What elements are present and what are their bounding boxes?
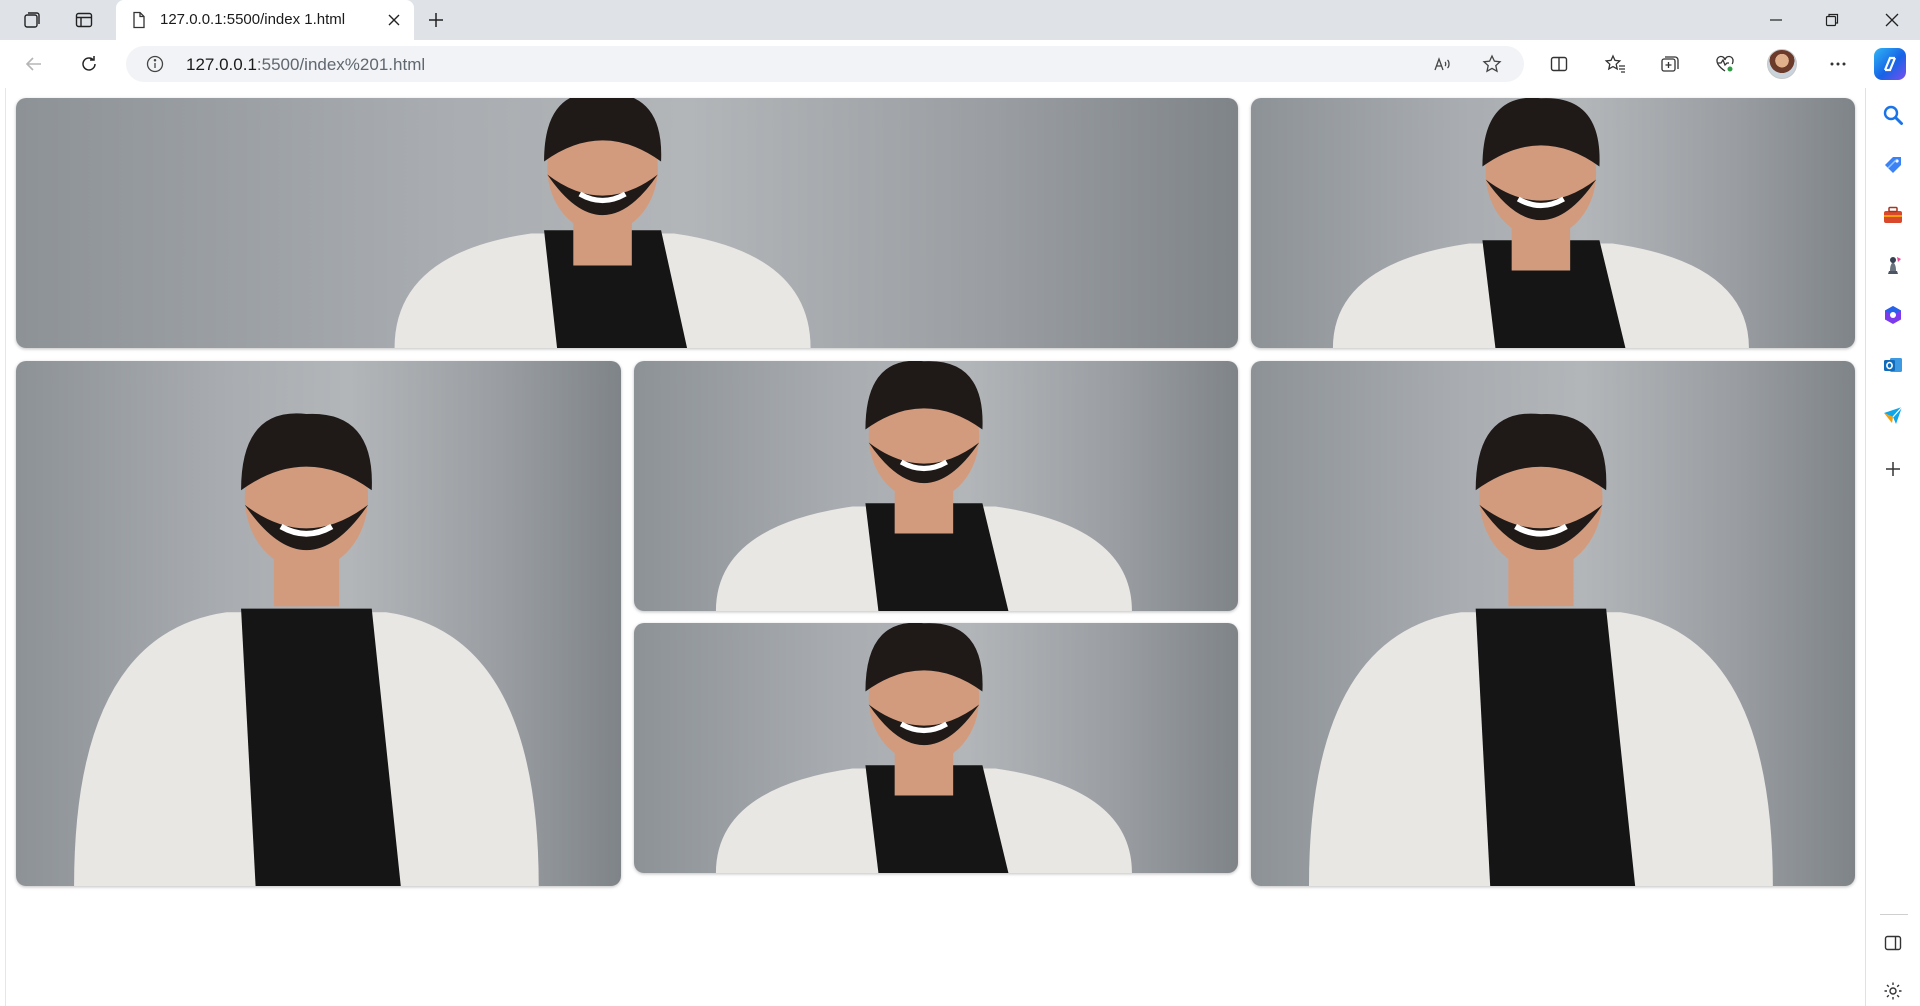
minimize-icon[interactable] [1748, 0, 1804, 40]
games-icon[interactable] [1880, 252, 1906, 278]
shopping-tag-icon[interactable] [1880, 152, 1906, 178]
portrait-figure [1308, 413, 1773, 886]
tab-actions-icon[interactable] [70, 6, 98, 34]
portrait-figure [715, 623, 1132, 873]
add-icon[interactable] [1880, 456, 1906, 482]
photo-wide-top-left [16, 98, 1238, 348]
navigation-bar: 127.0.0.1:5500/index%201.html [0, 40, 1920, 88]
split-screen-icon[interactable] [1541, 48, 1577, 80]
photo-top-right [1251, 98, 1855, 348]
read-aloud-icon[interactable] [1430, 52, 1454, 76]
tab-title: 127.0.0.1:5500/index 1.html [160, 11, 346, 28]
star-icon[interactable] [1480, 52, 1504, 76]
active-tab[interactable]: 127.0.0.1:5500/index 1.html [116, 0, 414, 40]
profile-avatar[interactable] [1767, 49, 1797, 79]
heart-pulse-icon[interactable] [1707, 48, 1743, 80]
tools-briefcase-icon[interactable] [1880, 202, 1906, 228]
favorites-icon[interactable] [1597, 48, 1633, 80]
collections-icon[interactable] [1652, 48, 1688, 80]
microsoft-365-icon[interactable] [1880, 302, 1906, 328]
photo-tall-left [16, 361, 621, 886]
portrait-figure [74, 413, 539, 886]
page-viewport [5, 88, 1865, 1006]
url-path: :5500/index%201.html [256, 55, 426, 74]
sidebar-divider [1880, 914, 1908, 915]
new-tab-plus-icon[interactable] [422, 6, 450, 34]
refresh-icon[interactable] [71, 48, 107, 80]
info-icon[interactable] [146, 55, 164, 73]
settings-icon[interactable] [1880, 978, 1906, 1004]
photo-middle-upper [634, 361, 1238, 611]
url-text[interactable]: 127.0.0.1:5500/index%201.html [186, 55, 425, 75]
restore-icon[interactable] [1804, 0, 1860, 40]
outlook-icon[interactable] [1880, 352, 1906, 378]
portrait-figure [715, 361, 1132, 611]
close-window-icon[interactable] [1864, 0, 1920, 40]
portrait-figure [1332, 98, 1749, 348]
tab-bar: 127.0.0.1:5500/index 1.html [0, 0, 1920, 40]
workspaces-icon[interactable] [18, 6, 46, 34]
search-icon[interactable] [1880, 102, 1906, 128]
url-host: 127.0.0.1 [186, 55, 257, 74]
edge-sidebar [1865, 88, 1920, 1006]
address-bar[interactable]: 127.0.0.1:5500/index%201.html [126, 46, 1524, 82]
send-icon[interactable] [1880, 402, 1906, 428]
more-icon[interactable] [1820, 48, 1856, 80]
portrait-figure [394, 98, 811, 348]
back-arrow-icon[interactable] [16, 48, 52, 80]
copilot-icon[interactable] [1874, 48, 1906, 80]
photo-middle-lower [634, 623, 1238, 873]
page-icon [130, 11, 148, 29]
close-tab-icon[interactable] [384, 10, 404, 30]
photo-tall-right [1251, 361, 1855, 886]
hide-sidebar-icon[interactable] [1880, 930, 1906, 956]
